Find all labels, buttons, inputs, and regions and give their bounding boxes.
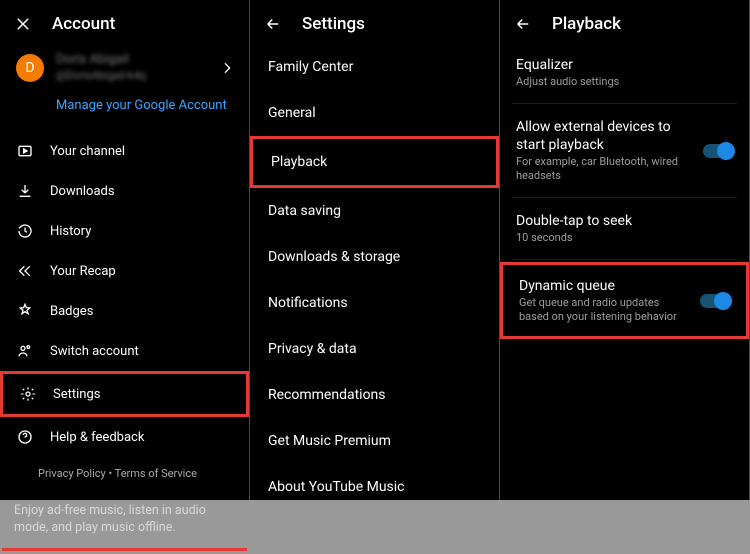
settings-header: Settings [250, 0, 499, 44]
pb-sub: For example, car Bluetooth, wired headse… [516, 155, 686, 183]
profile-name: Doris Abigail [56, 52, 146, 68]
promo-highlight [2, 548, 247, 554]
pb-title: Equalizer [516, 56, 619, 74]
playback-item-allow-external[interactable]: Allow external devices to start playback… [500, 106, 749, 195]
pb-title: Allow external devices to start playback [516, 118, 686, 154]
settings-item-privacy-data[interactable]: Privacy & data [250, 326, 499, 372]
divider [512, 259, 737, 260]
panel-settings: Settings Family Center General Playback … [250, 0, 500, 500]
settings-item-get-music-premium[interactable]: Get Music Premium [250, 418, 499, 464]
menu-history[interactable]: History [0, 211, 249, 251]
panel-playback: Playback Equalizer Adjust audio settings… [500, 0, 750, 500]
menu-label: Your channel [50, 144, 125, 159]
settings-item-data-saving[interactable]: Data saving [250, 188, 499, 234]
menu-label: Switch account [50, 344, 139, 359]
menu-downloads[interactable]: Downloads [0, 171, 249, 211]
menu-your-recap[interactable]: Your Recap [0, 251, 249, 291]
promo-block: Enjoy ad-free music, listen in audio mod… [0, 492, 249, 550]
badges-icon [16, 303, 34, 319]
menu-your-channel[interactable]: Your channel [0, 131, 249, 171]
profile-handle: @DorisAbigail-k4q [56, 68, 146, 84]
settings-item-notifications[interactable]: Notifications [250, 280, 499, 326]
gear-icon [19, 386, 37, 402]
pb-sub: 10 seconds [516, 231, 632, 245]
settings-item-recommendations[interactable]: Recommendations [250, 372, 499, 418]
menu-switch-account[interactable]: Switch account [0, 331, 249, 371]
playback-item-dynamic-queue[interactable]: Dynamic queue Get queue and radio update… [500, 262, 749, 339]
playback-item-double-tap-seek[interactable]: Double-tap to seek 10 seconds [500, 200, 749, 257]
recap-icon [16, 263, 34, 279]
history-icon [16, 223, 34, 239]
footer-links[interactable]: Privacy Policy • Terms of Service [0, 457, 249, 488]
menu-label: Your Recap [50, 264, 116, 279]
promo-text: Enjoy ad-free music, listen in audio mod… [0, 492, 249, 550]
settings-item-general[interactable]: General [250, 90, 499, 136]
divider [512, 197, 737, 198]
playback-item-equalizer[interactable]: Equalizer Adjust audio settings [500, 44, 749, 101]
pb-title: Double-tap to seek [516, 212, 632, 230]
profile-text: Doris Abigail @DorisAbigail-k4q [56, 52, 146, 84]
settings-item-family-center[interactable]: Family Center [250, 44, 499, 90]
menu-settings[interactable]: Settings [0, 371, 249, 417]
menu-label: Settings [53, 387, 100, 402]
menu-label: Badges [50, 304, 93, 319]
back-icon[interactable] [264, 15, 282, 33]
back-icon[interactable] [514, 15, 532, 33]
playback-title: Playback [552, 14, 621, 34]
menu-label: Help & feedback [50, 430, 144, 445]
help-icon [16, 429, 34, 445]
settings-item-downloads-storage[interactable]: Downloads & storage [250, 234, 499, 280]
pb-sub: Get queue and radio updates based on you… [519, 296, 689, 324]
account-title: Account [52, 14, 115, 34]
settings-item-about-youtube-music[interactable]: About YouTube Music [250, 464, 499, 510]
toggle-dynamic-queue[interactable] [700, 294, 730, 308]
menu-label: History [50, 224, 91, 239]
close-icon[interactable] [14, 15, 32, 33]
pb-title: Dynamic queue [519, 277, 689, 295]
manage-google-account-link[interactable]: Manage your Google Account [0, 90, 249, 127]
download-icon [16, 183, 34, 199]
account-header: Account [0, 0, 249, 44]
divider [512, 103, 737, 104]
pb-sub: Adjust audio settings [516, 75, 619, 89]
menu-help-feedback[interactable]: Help & feedback [0, 417, 249, 457]
avatar: D [16, 54, 44, 82]
settings-item-playback[interactable]: Playback [250, 136, 499, 188]
chevron-right-icon [219, 60, 235, 76]
channel-icon [16, 143, 34, 159]
switch-account-icon [16, 343, 34, 359]
menu-label: Downloads [50, 184, 115, 199]
playback-header: Playback [500, 0, 749, 44]
toggle-allow-external[interactable] [703, 144, 733, 158]
panel-account: Account D Doris Abigail @DorisAbigail-k4… [0, 0, 250, 500]
settings-title: Settings [302, 14, 365, 34]
profile-row[interactable]: D Doris Abigail @DorisAbigail-k4q [0, 44, 249, 90]
menu-badges[interactable]: Badges [0, 291, 249, 331]
